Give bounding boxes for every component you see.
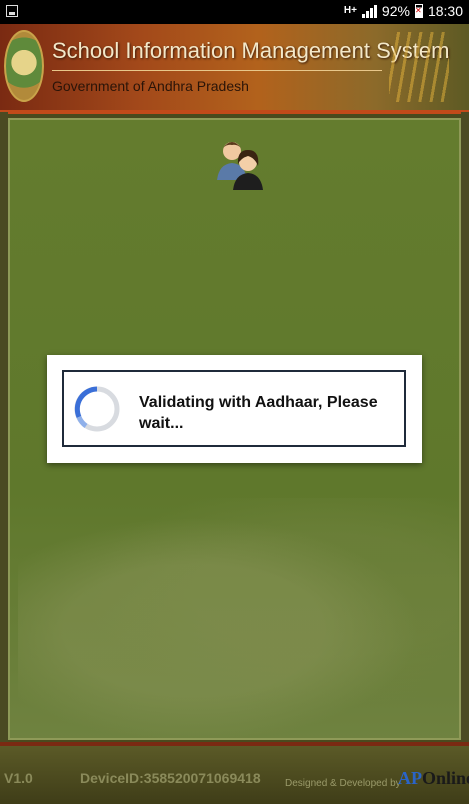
battery-icon [414, 4, 423, 18]
logo-online: Online [422, 768, 469, 788]
header-divider [52, 70, 382, 71]
header-decoration [389, 32, 449, 102]
version-label: V1.0 [4, 770, 33, 786]
signal-icon [361, 4, 377, 18]
clock: 18:30 [427, 3, 463, 19]
left-frame [0, 112, 8, 742]
logo-ap: AP [398, 768, 422, 788]
battery-percent: 92% [381, 3, 410, 19]
credit-label: Designed & Developed by [285, 778, 401, 789]
status-bar: H+ 92% 18:30 [0, 0, 469, 24]
state-emblem-icon [4, 30, 44, 102]
aponline-logo: APOnline [398, 768, 469, 789]
right-frame [461, 112, 469, 742]
progress-dialog-body: Validating with Aadhaar, Please wait... [62, 370, 406, 447]
app-header: School Information Management System Gov… [0, 24, 469, 114]
device-id-label: DeviceID:358520071069418 [80, 770, 261, 786]
network-type-label: H+ [343, 5, 357, 16]
loading-spinner-icon [74, 386, 120, 432]
status-right-group: H+ 92% 18:30 [344, 3, 463, 19]
app-subtitle: Government of Andhra Pradesh [52, 78, 249, 94]
gallery-notification-icon [6, 5, 18, 17]
app-footer: V1.0 DeviceID:358520071069418 Designed &… [0, 742, 469, 804]
users-icon [217, 142, 263, 190]
background-hands-image [18, 498, 458, 738]
progress-message: Validating with Aadhaar, Please wait... [139, 394, 378, 432]
progress-dialog: Validating with Aadhaar, Please wait... [47, 355, 422, 463]
